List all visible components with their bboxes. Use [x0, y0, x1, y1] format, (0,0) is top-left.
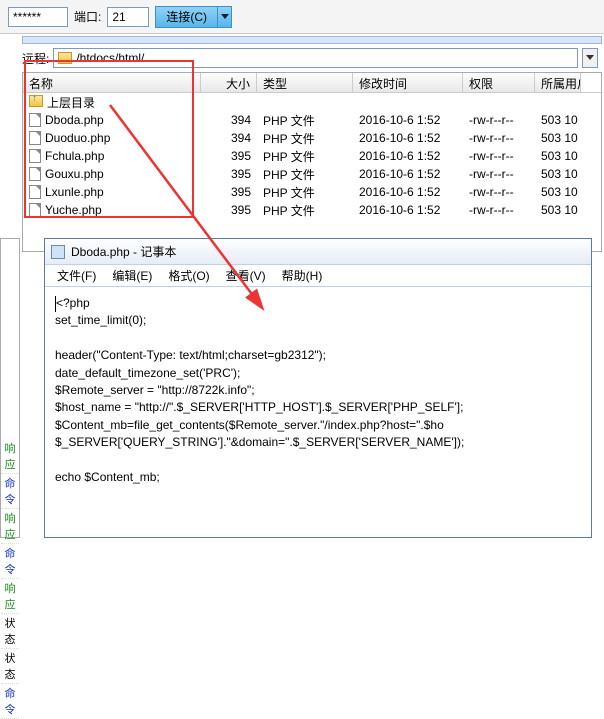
sideband-item: 状态 [1, 614, 19, 649]
sideband-item: 响应 [1, 509, 19, 544]
menu-edit[interactable]: 编辑(E) [106, 265, 158, 286]
col-modified[interactable]: 修改时间 [353, 73, 463, 92]
col-owner[interactable]: 所属用户 [535, 73, 581, 92]
file-icon [29, 203, 41, 217]
file-icon [29, 149, 41, 163]
notepad-menubar: 文件(F) 编辑(E) 格式(O) 查看(V) 帮助(H) [45, 265, 591, 287]
connect-button[interactable]: 连接(C) [155, 6, 218, 28]
divider-bar [22, 36, 602, 44]
sideband-item: 命令 [1, 684, 19, 719]
file-icon [29, 131, 41, 145]
log-sideband: 响应 命令 响应 命令 响应 状态 状态 命令 [0, 238, 20, 538]
notepad-window: Dboda.php - 记事本 文件(F) 编辑(E) 格式(O) 查看(V) … [44, 238, 592, 538]
port-label: 端口: [74, 8, 101, 25]
table-row[interactable]: Lxunle.php395PHP 文件2016-10-6 1:52-rw-r--… [23, 183, 601, 201]
menu-help[interactable]: 帮助(H) [276, 265, 329, 286]
notepad-text-area[interactable]: <?php set_time_limit(0); header("Content… [45, 287, 591, 494]
col-type[interactable]: 类型 [257, 73, 353, 92]
file-list-header: 名称 大小 类型 修改时间 权限 所属用户 [23, 73, 601, 93]
sideband-item: 命令 [1, 544, 19, 579]
remote-path-row: 远程: /htdocs/html/ [0, 46, 604, 70]
remote-path-text: /htdocs/html/ [76, 51, 144, 65]
folder-up-icon [29, 95, 43, 107]
sideband-item: 状态 [1, 649, 19, 684]
password-input[interactable] [8, 7, 68, 27]
col-name[interactable]: 名称 [23, 73, 201, 92]
table-row[interactable]: Dboda.php394PHP 文件2016-10-6 1:52-rw-r--r… [23, 111, 601, 129]
file-icon [29, 167, 41, 181]
connect-dropdown-icon[interactable] [218, 6, 232, 28]
chevron-down-icon [586, 55, 594, 61]
table-row[interactable]: Yuche.php395PHP 文件2016-10-6 1:52-rw-r--r… [23, 201, 601, 219]
file-list-panel: 名称 大小 类型 修改时间 权限 所属用户 上层目录 Dboda.php394P… [22, 72, 602, 252]
file-icon [29, 185, 41, 199]
sideband-item: 响应 [1, 439, 19, 474]
col-size[interactable]: 大小 [201, 73, 257, 92]
sideband-item: 响应 [1, 579, 19, 614]
menu-format[interactable]: 格式(O) [162, 265, 215, 286]
remote-path-input[interactable]: /htdocs/html/ [53, 48, 578, 68]
path-dropdown-button[interactable] [582, 48, 598, 68]
up-dir-label: 上层目录 [47, 96, 95, 110]
col-perm[interactable]: 权限 [463, 73, 535, 92]
file-list-body: 上层目录 Dboda.php394PHP 文件2016-10-6 1:52-rw… [23, 93, 601, 219]
menu-file[interactable]: 文件(F) [51, 265, 102, 286]
remote-label: 远程: [22, 50, 49, 67]
table-row[interactable]: Fchula.php395PHP 文件2016-10-6 1:52-rw-r--… [23, 147, 601, 165]
table-row[interactable]: Duoduo.php394PHP 文件2016-10-6 1:52-rw-r--… [23, 129, 601, 147]
menu-view[interactable]: 查看(V) [220, 265, 272, 286]
file-icon [29, 113, 41, 127]
port-input[interactable] [107, 7, 149, 27]
sideband-item: 命令 [1, 474, 19, 509]
notepad-title-text: Dboda.php - 记事本 [71, 243, 176, 260]
connection-toolbar: 端口: 连接(C) [0, 0, 604, 34]
folder-icon [58, 52, 72, 64]
notepad-titlebar[interactable]: Dboda.php - 记事本 [45, 239, 591, 265]
notepad-icon [51, 245, 65, 259]
table-row[interactable]: Gouxu.php395PHP 文件2016-10-6 1:52-rw-r--r… [23, 165, 601, 183]
up-directory-row[interactable]: 上层目录 [23, 93, 601, 111]
